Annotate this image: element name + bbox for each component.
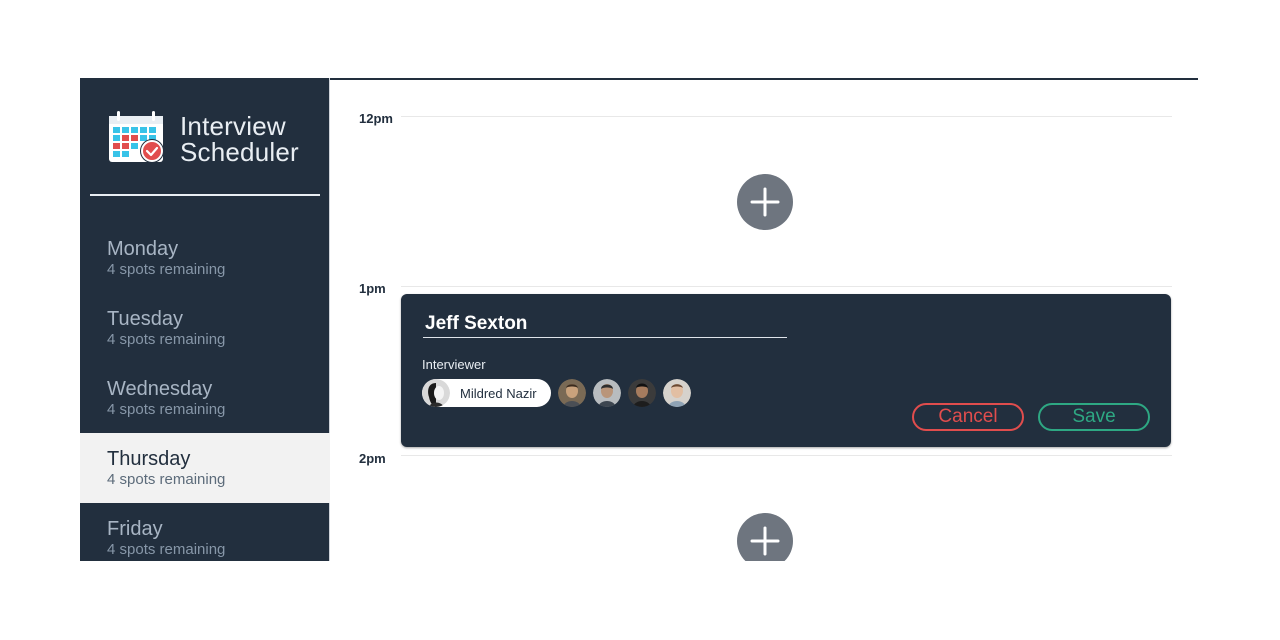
- day-name: Monday: [107, 238, 179, 260]
- hour-separator: [401, 455, 1172, 456]
- hour-label-1pm: 1pm: [359, 281, 386, 296]
- day-list: Monday 4 spots remaining Tuesday 4 spots…: [80, 223, 330, 561]
- day-spots: 4 spots remaining: [107, 401, 226, 418]
- hour-label-12pm: 12pm: [359, 111, 393, 126]
- hour-separator: [401, 116, 1172, 117]
- avatar[interactable]: [627, 379, 656, 407]
- day-spots: 4 spots remaining: [107, 541, 226, 558]
- interviewer-list: Mildred Nazir: [422, 379, 698, 407]
- day-item-tuesday[interactable]: Tuesday 4 spots remaining: [80, 293, 330, 363]
- avatar[interactable]: [662, 379, 691, 407]
- add-appointment-button[interactable]: [737, 174, 793, 230]
- app-title-line1: Interview: [180, 111, 286, 141]
- app-window: Interview Scheduler Monday 4 spots remai…: [80, 78, 1198, 561]
- day-spots: 4 spots remaining: [107, 471, 226, 488]
- schedule: 12pm 1pm Interviewer Mildred Nazi: [330, 78, 1198, 561]
- hour-label-2pm: 2pm: [359, 451, 386, 466]
- hour-separator: [401, 286, 1172, 287]
- day-item-wednesday[interactable]: Wednesday 4 spots remaining: [80, 363, 330, 433]
- day-spots: 4 spots remaining: [107, 261, 226, 278]
- calendar-check-icon: [109, 111, 164, 163]
- day-item-thursday[interactable]: Thursday 4 spots remaining: [80, 433, 330, 503]
- avatar[interactable]: [592, 379, 621, 407]
- app-title-line2: Scheduler: [180, 137, 299, 167]
- day-name: Tuesday: [107, 308, 183, 330]
- day-item-friday[interactable]: Friday 4 spots remaining: [80, 503, 330, 561]
- interviewer-label: Interviewer: [422, 357, 486, 372]
- day-name: Thursday: [107, 448, 191, 470]
- app-title: Interview Scheduler: [180, 113, 299, 165]
- day-name: Friday: [107, 518, 163, 540]
- interviewer-selected[interactable]: Mildred Nazir: [422, 379, 551, 407]
- day-spots: 4 spots remaining: [107, 331, 226, 348]
- day-item-monday[interactable]: Monday 4 spots remaining: [80, 223, 330, 293]
- student-name-input[interactable]: [423, 312, 787, 338]
- day-name: Wednesday: [107, 378, 213, 400]
- avatar: [422, 379, 450, 407]
- cancel-button[interactable]: Cancel: [912, 403, 1024, 431]
- avatar[interactable]: [557, 379, 586, 407]
- appointment-form: Interviewer Mildred Nazir: [401, 294, 1171, 447]
- add-appointment-button[interactable]: [737, 513, 793, 561]
- sidebar-divider: [90, 194, 320, 196]
- interviewer-name: Mildred Nazir: [460, 385, 537, 401]
- schedule-top-border: [330, 78, 1198, 80]
- plus-icon: [750, 526, 780, 556]
- plus-icon: [750, 187, 780, 217]
- sidebar: Interview Scheduler Monday 4 spots remai…: [80, 78, 330, 561]
- save-button[interactable]: Save: [1038, 403, 1150, 431]
